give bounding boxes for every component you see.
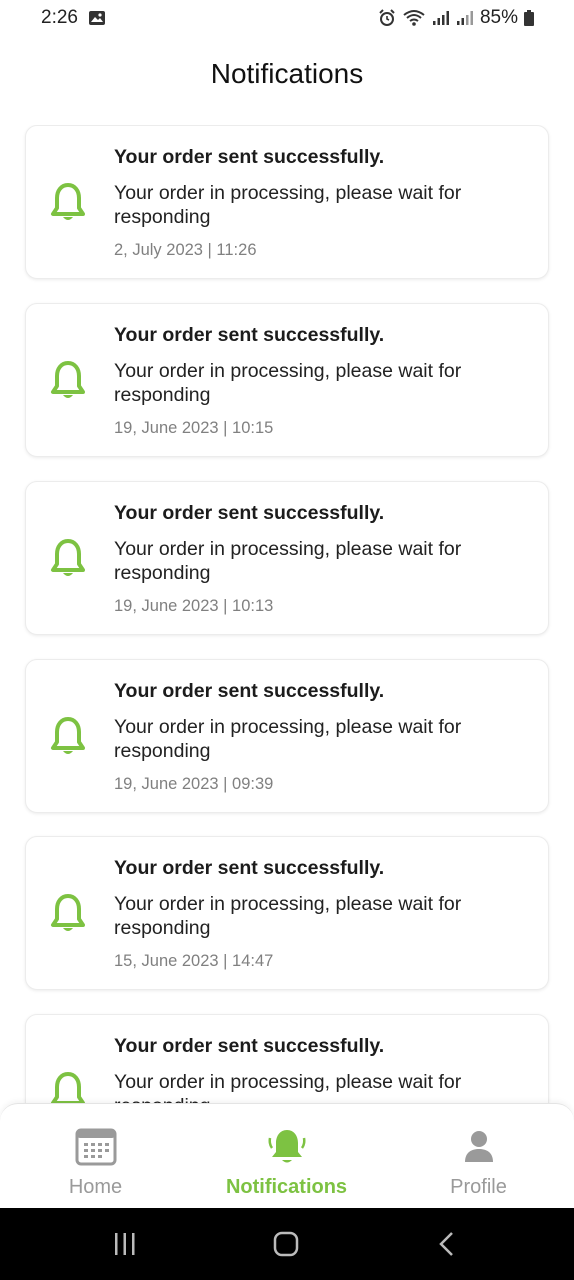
page-title: Notifications: [210, 58, 364, 89]
notification-time: 2, July 2023 | 11:26: [114, 241, 257, 259]
home-button[interactable]: [267, 1228, 307, 1260]
notification-body: Your order in processing, please wait fo…: [114, 360, 462, 406]
calendar-icon: [75, 1126, 117, 1168]
notification-title: Your order sent successfully.: [114, 146, 385, 168]
notification-time: 19, June 2023 | 10:15: [114, 419, 274, 437]
battery-icon: [524, 10, 534, 26]
battery-level: 85%: [479, 7, 518, 28]
bell-icon: [50, 1071, 86, 1105]
nav-item-home[interactable]: Home: [0, 1104, 191, 1209]
gallery-icon: [88, 10, 106, 26]
notification-title: Your order sent successfully.: [114, 1035, 385, 1057]
notification-title: Your order sent successfully.: [114, 857, 385, 879]
wifi-icon: [402, 9, 426, 27]
notification-body: Your order in processing, please wait fo…: [114, 716, 462, 762]
notification-time: 19, June 2023 | 09:39: [114, 775, 274, 793]
bell-icon: [50, 538, 86, 580]
notification-card[interactable]: Your order sent successfully. Your order…: [25, 125, 549, 279]
nav-item-notifications[interactable]: Notifications: [191, 1104, 382, 1209]
notification-title: Your order sent successfully.: [114, 680, 385, 702]
back-button[interactable]: [428, 1228, 468, 1260]
bell-icon: [50, 360, 86, 402]
nav-label-home: Home: [68, 1176, 123, 1198]
notification-card[interactable]: Your order sent successfully. Your order…: [25, 836, 549, 990]
notification-card[interactable]: Your order sent successfully. Your order…: [25, 1014, 549, 1105]
person-icon: [458, 1126, 500, 1168]
notification-title: Your order sent successfully.: [114, 324, 385, 346]
nav-label-notifications: Notifications: [225, 1176, 348, 1198]
bell-icon: [50, 716, 86, 758]
notification-list[interactable]: Your order sent successfully. Your order…: [0, 125, 574, 1105]
status-bar: 2:26 85%: [0, 0, 574, 36]
bell-icon: [50, 182, 86, 224]
notification-body: Your order in processing, please wait fo…: [114, 893, 462, 939]
notification-title: Your order sent successfully.: [114, 502, 385, 524]
notification-body: Your order in processing, please wait fo…: [114, 1071, 462, 1105]
bell-icon: [50, 893, 86, 935]
alarm-icon: [378, 9, 396, 27]
notification-body: Your order in processing, please wait fo…: [114, 182, 462, 228]
status-time: 2:26: [41, 7, 78, 28]
recent-apps-button[interactable]: [105, 1228, 145, 1260]
nav-item-profile[interactable]: Profile: [383, 1104, 574, 1209]
signal-icon-secondary: [456, 10, 474, 26]
notification-time: 19, June 2023 | 10:13: [114, 597, 274, 615]
notification-card[interactable]: Your order sent successfully. Your order…: [25, 303, 549, 457]
notification-card[interactable]: Your order sent successfully. Your order…: [25, 659, 549, 813]
notification-body: Your order in processing, please wait fo…: [114, 538, 462, 584]
notification-time: 15, June 2023 | 14:47: [114, 952, 274, 970]
system-nav-bar: [0, 1208, 574, 1280]
nav-label-profile: Profile: [450, 1176, 507, 1198]
notifications-screen: 2:26 85% Notifications Your order sent s…: [0, 0, 574, 1280]
bottom-nav: Home Notifications Profile: [0, 1103, 574, 1208]
signal-icon: [432, 10, 450, 26]
bell-icon: [266, 1126, 308, 1168]
notification-card[interactable]: Your order sent successfully. Your order…: [25, 481, 549, 635]
